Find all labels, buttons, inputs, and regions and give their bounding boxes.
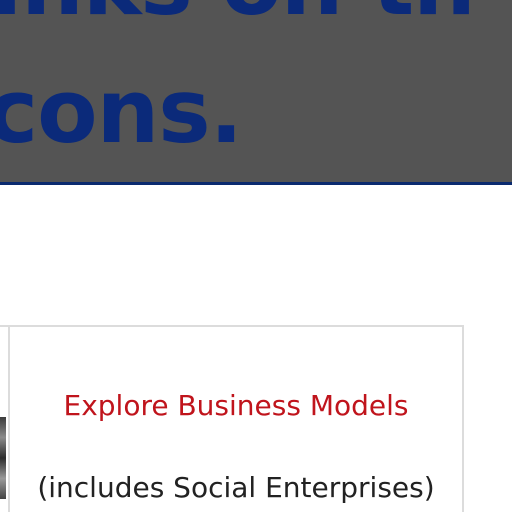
card-thumbnail-image[interactable] (0, 417, 6, 499)
card-title-link[interactable]: Explore Business Models (10, 389, 462, 422)
previous-card[interactable] (0, 325, 10, 512)
card-subtitle: (includes Social Enterprises) (37, 471, 435, 504)
cards-row: Explore Business Models (includes Social… (0, 325, 464, 512)
page: inks on th cons. Explore Business Models… (0, 0, 512, 512)
banner-heading-line-2: cons. (0, 60, 243, 163)
explore-business-models-card[interactable]: Explore Business Models (includes Social… (10, 325, 464, 512)
banner-heading-line-1: inks on th (0, 0, 476, 28)
header-banner: inks on th cons. (0, 0, 512, 185)
